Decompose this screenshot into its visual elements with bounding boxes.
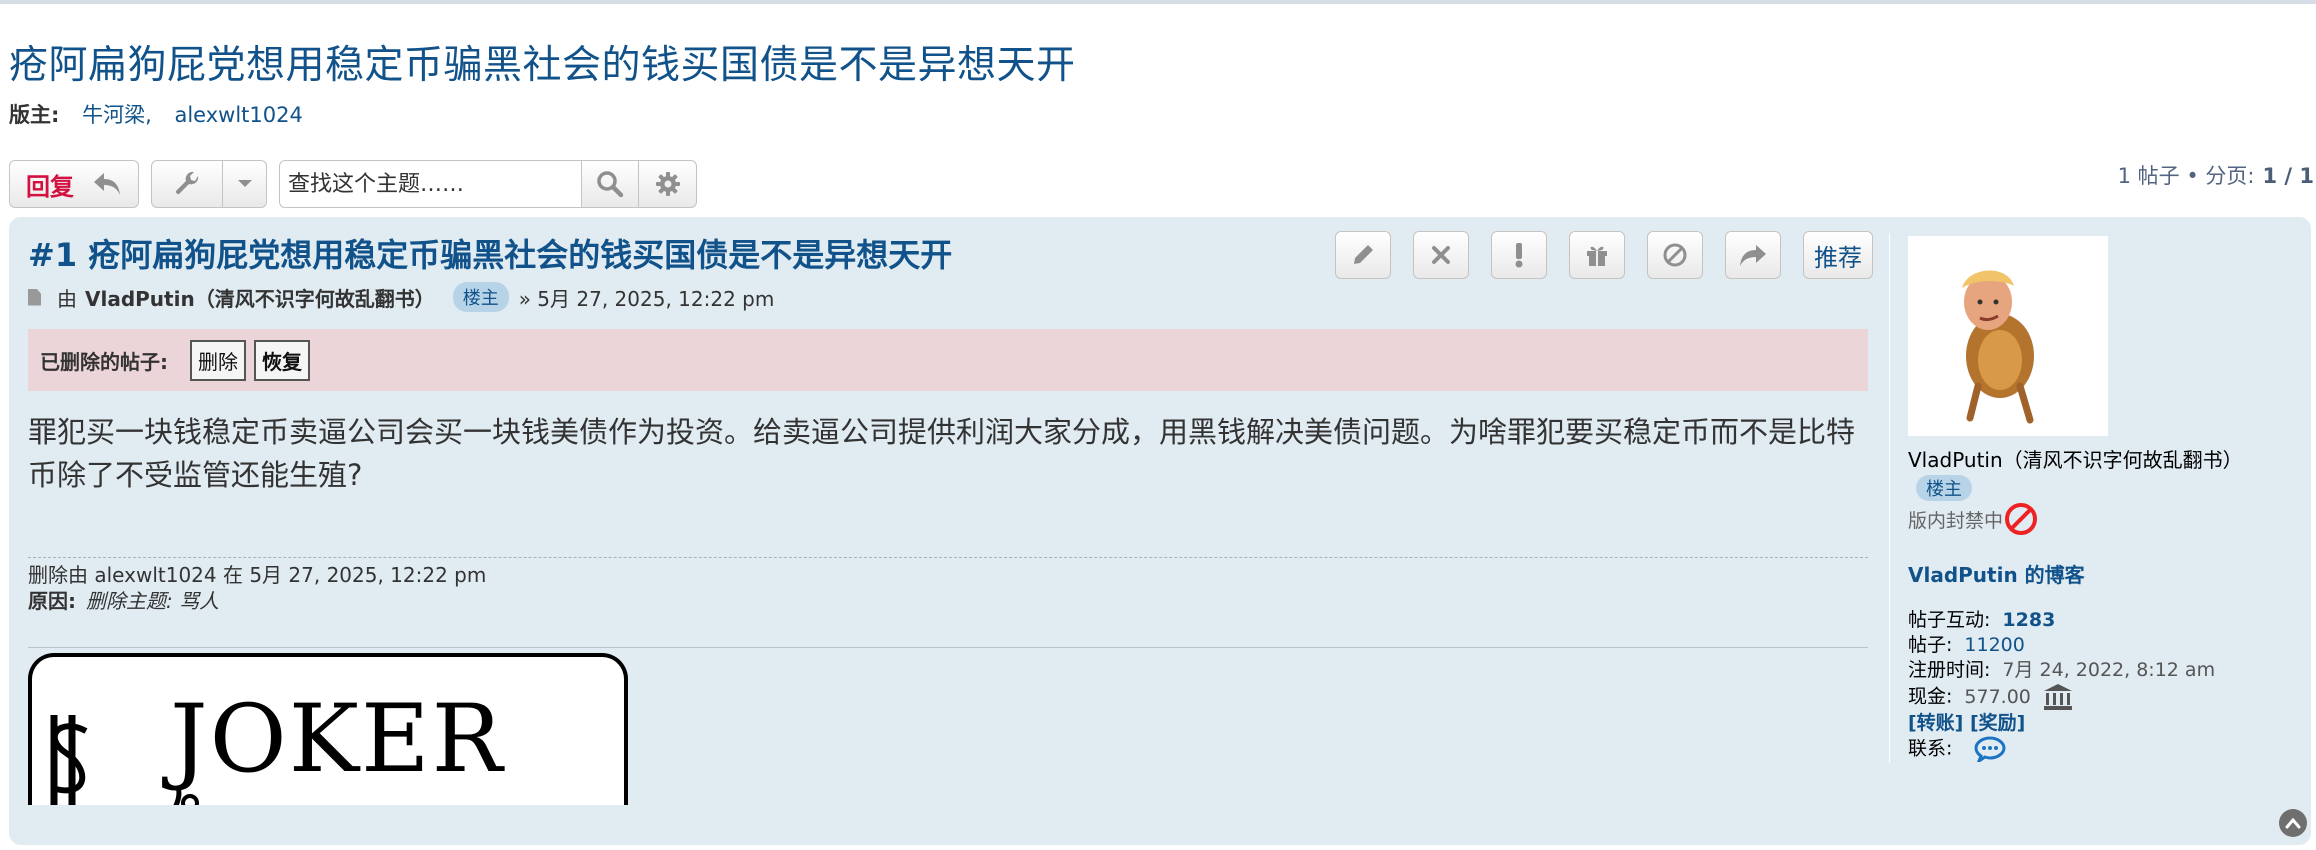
deletion-reason: 删除主题: 骂人 — [86, 589, 220, 613]
ban-icon — [2005, 503, 2038, 535]
edit-button[interactable] — [1335, 231, 1391, 279]
contact-label: 联系: — [1908, 737, 1953, 760]
profile-username[interactable]: VladPutin（清风不识字何故乱翻书） — [1908, 444, 2298, 473]
wrench-icon — [175, 171, 199, 195]
interactions-value[interactable]: 1283 — [2002, 609, 2055, 631]
post-count-summary: 1 帖子 • 分页: — [2117, 164, 2255, 188]
posts-value[interactable]: 11200 — [1964, 634, 2024, 656]
pencil-icon — [1354, 245, 1373, 264]
joined-label: 注册时间: — [1908, 659, 1991, 681]
ban-circle-icon — [1663, 243, 1687, 267]
share-button[interactable] — [1725, 231, 1781, 279]
pagination: 1 帖子 • 分页: 1 / 1 — [2118, 160, 2314, 190]
file-icon — [28, 288, 41, 306]
back-to-top-button[interactable] — [2279, 809, 2307, 837]
deleted-post-bar: 已删除的帖子: 删除 恢复 — [28, 329, 1868, 391]
cash-value: 577.00 — [1964, 685, 2031, 708]
bank-icon[interactable] — [2043, 683, 2073, 711]
notice-divider — [28, 557, 1868, 558]
chat-icon[interactable] — [1974, 736, 2006, 762]
deletion-notice: 删除由 alexwlt1024 在 5月 27, 2025, 12:22 pm … — [28, 562, 486, 614]
posts-label: 帖子: — [1908, 634, 1953, 656]
post-date: » 5月 27, 2025, 12:22 pm — [518, 286, 775, 311]
post-content: 罪犯买一块钱稳定币卖逼公司会买一块钱美债作为投资。给卖逼公司提供利润大家分成，用… — [28, 415, 1856, 492]
delete-button[interactable] — [1413, 231, 1469, 279]
permanent-delete-button[interactable]: 删除 — [190, 339, 246, 381]
rank-badge: 楼主 — [1916, 475, 1972, 501]
page-indicator: 1 / 1 — [2262, 164, 2314, 188]
post: #1 疮阿扁狗屁党想用稳定币骗黑社会的钱买国债是不是异想天开 推荐 由 Vlad… — [9, 217, 2311, 845]
reward-link[interactable]: [奖励] — [1970, 712, 2025, 734]
arrow-up-icon — [2285, 817, 2301, 829]
reply-label: 回复 — [26, 172, 74, 201]
cash-label: 现金: — [1908, 685, 1953, 708]
blog-link[interactable]: VladPutin 的博客 — [1908, 559, 2298, 588]
deletion-notice-line: 删除由 alexwlt1024 在 5月 27, 2025, 12:22 pm — [28, 563, 487, 587]
exclamation-icon — [1515, 243, 1523, 268]
gear-icon — [655, 172, 680, 196]
op-badge: 楼主 — [452, 282, 509, 312]
profile-stats: 帖子互动: 1283 帖子: 11200 注册时间: 7月 24, 2022, 8:1… — [1908, 608, 2298, 762]
moderators-line: 版主: 牛河梁, alexwlt1024 — [9, 99, 303, 129]
reason-label: 原因: — [28, 589, 76, 613]
gift-button[interactable] — [1569, 231, 1625, 279]
transfer-link[interactable]: [转账] — [1908, 712, 1963, 734]
joker-text: JOKER — [170, 685, 505, 794]
by-label: 由 — [57, 286, 77, 311]
deleted-post-label: 已删除的帖子: — [40, 349, 168, 374]
report-button[interactable] — [1491, 231, 1547, 279]
chevron-down-icon — [237, 180, 252, 187]
close-icon — [1432, 246, 1450, 264]
post-meta: 由 VladPutin（清风不识字何故乱翻书） 楼主 » 5月 27, 2025… — [28, 282, 774, 312]
topic-tools-button[interactable] — [151, 160, 267, 208]
gift-icon — [1587, 246, 1607, 266]
signature-divider — [28, 647, 1868, 648]
reply-arrow-icon — [94, 173, 120, 195]
post-title[interactable]: #1 疮阿扁狗屁党想用稳定币骗黑社会的钱买国债是不是异想天开 — [28, 230, 952, 276]
ban-status: 版内封禁中 — [1908, 503, 2298, 535]
signature-image: JOKER — [28, 653, 628, 805]
search-icon — [597, 171, 624, 198]
recommend-button[interactable]: 推荐 — [1803, 231, 1873, 279]
reply-button[interactable]: 回复 — [9, 160, 139, 208]
moderator-link[interactable]: alexwlt1024 — [174, 103, 302, 127]
top-border — [0, 0, 2316, 4]
topic-search — [279, 160, 697, 208]
profile-divider — [1889, 233, 1890, 763]
joined-value: 7月 24, 2022, 8:12 am — [2002, 659, 2216, 681]
post-author-link[interactable]: VladPutin（清风不识字何故乱翻书） — [85, 283, 435, 312]
topic-search-input[interactable] — [279, 160, 581, 208]
post-profile: VladPutin（清风不识字何故乱翻书） 楼主 版内封禁中 VladPutin… — [1908, 236, 2298, 762]
advanced-search-button[interactable] — [639, 160, 697, 208]
moderators-label: 版主: — [9, 103, 60, 127]
search-button[interactable] — [581, 160, 639, 208]
restore-button[interactable]: 恢复 — [254, 339, 310, 381]
ban-status-text: 版内封禁中 — [1908, 509, 2004, 532]
topic-title[interactable]: 疮阿扁狗屁党想用稳定币骗黑社会的钱买国债是不是异想天开 — [9, 34, 1076, 90]
avatar[interactable] — [1908, 236, 2108, 436]
ban-button[interactable] — [1647, 231, 1703, 279]
action-toolbar: 回复 — [9, 160, 697, 208]
post-buttons: 推荐 — [1313, 231, 1873, 279]
moderator-link[interactable]: 牛河梁, — [82, 103, 152, 127]
share-icon — [1740, 245, 1766, 266]
interactions-label: 帖子互动: — [1908, 609, 1991, 631]
